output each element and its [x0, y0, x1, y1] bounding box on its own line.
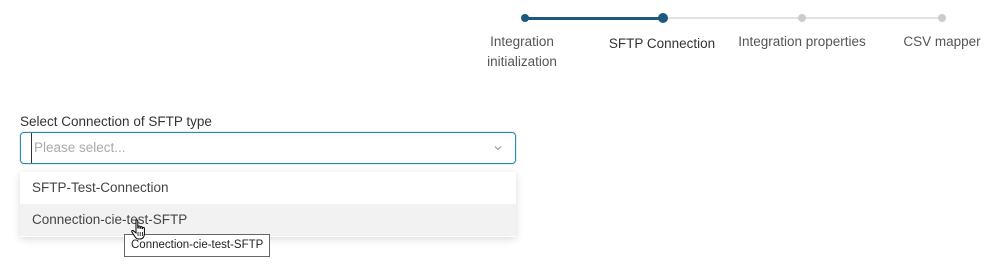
- dropdown-option[interactable]: SFTP-Test-Connection: [20, 172, 516, 204]
- step-label-line: SFTP Connection: [608, 36, 716, 51]
- connection-select-placeholder[interactable]: Please select...: [31, 133, 126, 163]
- stepper-progress-line: [525, 17, 663, 20]
- step-label-line: Integration properties: [738, 34, 866, 49]
- step-label-sftp-connection[interactable]: SFTP Connection: [602, 34, 722, 54]
- hand-cursor-icon: [131, 219, 145, 240]
- step-dot-integration-properties[interactable]: [798, 14, 806, 22]
- step-label-integration-properties[interactable]: Integration properties: [732, 32, 872, 52]
- step-label-line: CSV mapper: [903, 34, 981, 49]
- step-dot-csv-mapper[interactable]: [938, 14, 946, 22]
- step-label-line: initialization: [487, 54, 557, 69]
- step-label-csv-mapper[interactable]: CSV mapper: [897, 32, 987, 52]
- dropdown-option[interactable]: Connection-cie-test-SFTP: [20, 204, 516, 236]
- step-dot-integration-initialization[interactable]: [521, 14, 529, 22]
- chevron-down-icon[interactable]: [493, 143, 503, 153]
- integration-wizard: Integration initialization SFTP Connecti…: [0, 0, 997, 272]
- step-dot-sftp-connection[interactable]: [658, 13, 668, 23]
- step-label-integration-initialization[interactable]: Integration initialization: [472, 32, 572, 72]
- stepper: Integration initialization SFTP Connecti…: [0, 0, 997, 80]
- connection-dropdown-menu: SFTP-Test-Connection Connection-cie-test…: [20, 172, 516, 237]
- connection-select[interactable]: Please select...: [20, 132, 516, 164]
- step-label-line: Integration: [490, 34, 554, 49]
- connection-select-label: Select Connection of SFTP type: [20, 114, 212, 129]
